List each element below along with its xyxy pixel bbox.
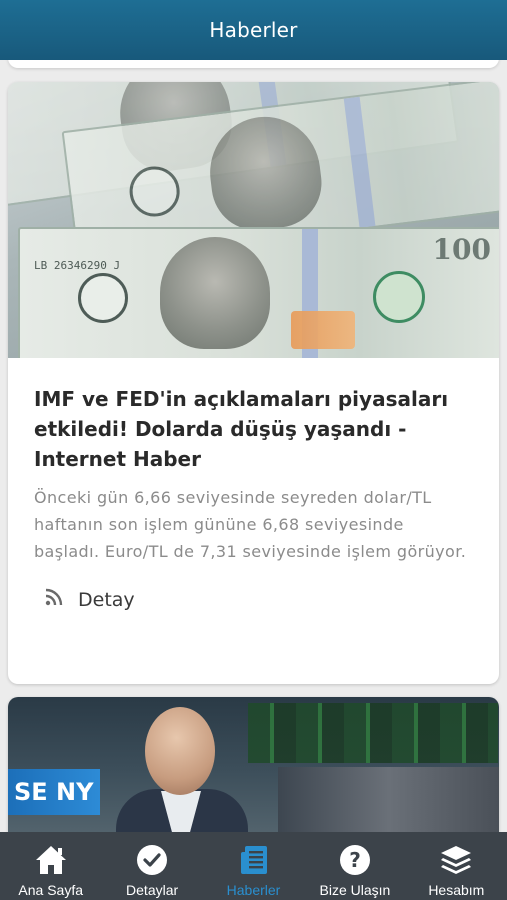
tab-news[interactable]: Haberler	[203, 832, 304, 900]
exchange-sign: SE NY	[8, 769, 100, 815]
tab-label: Bize Ulaşın	[319, 882, 391, 898]
tab-label: Haberler	[226, 882, 281, 898]
news-image-dollar-bills: 100 LB 26346290 J	[8, 82, 499, 358]
question-circle-icon: ?	[338, 842, 372, 878]
news-card[interactable]: 100 LB 26346290 J IMF ve FED'in açıklama…	[8, 82, 499, 684]
bill-denomination: 100	[432, 233, 491, 266]
tab-label: Hesabım	[428, 882, 485, 898]
bottom-tab-bar: Ana Sayfa Detaylar Haberler ? Bize Ulaşı…	[0, 832, 507, 900]
detail-link[interactable]: Detay	[44, 587, 473, 612]
news-icon	[237, 842, 271, 878]
news-summary: Önceki gün 6,66 seviyesinde seyreden dol…	[34, 488, 467, 561]
bill-serial: LB 26346290 J	[34, 259, 121, 272]
header-bar: Haberler	[0, 0, 507, 60]
news-title[interactable]: IMF ve FED'in açıklamaları piyasaları et…	[34, 384, 473, 474]
tab-label: Ana Sayfa	[18, 882, 83, 898]
tab-contact[interactable]: ? Bize Ulaşın	[304, 832, 405, 900]
tab-account[interactable]: Hesabım	[406, 832, 507, 900]
dollar-bill-front: 100 LB 26346290 J	[18, 227, 499, 358]
page-title: Haberler	[209, 18, 298, 42]
rss-icon	[44, 587, 64, 612]
check-circle-icon	[135, 842, 169, 878]
tab-label: Detaylar	[126, 882, 179, 898]
layers-icon	[439, 842, 473, 878]
svg-text:?: ?	[349, 848, 361, 872]
detail-label: Detay	[78, 588, 135, 611]
tab-home[interactable]: Ana Sayfa	[0, 832, 101, 900]
home-icon	[34, 842, 68, 878]
tab-details[interactable]: Detaylar	[101, 832, 202, 900]
